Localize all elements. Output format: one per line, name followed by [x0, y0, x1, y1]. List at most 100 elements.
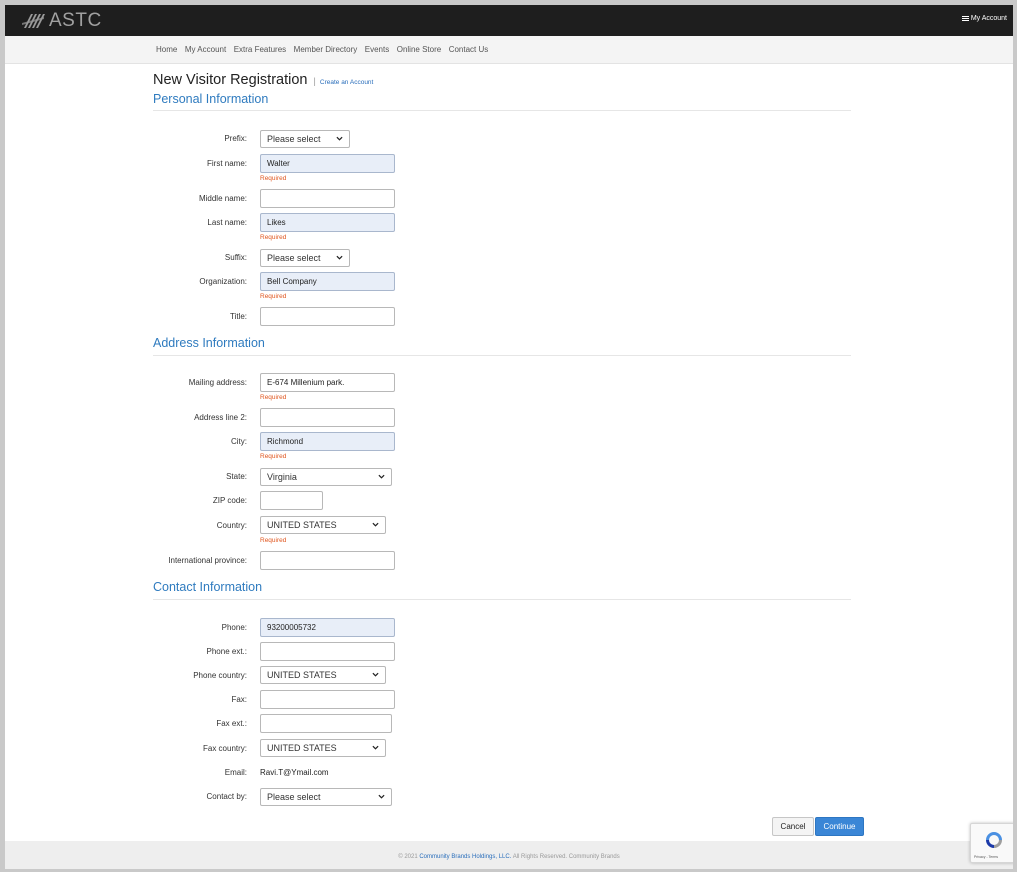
- city-label: City:: [231, 437, 247, 446]
- middle-name-input[interactable]: [260, 189, 395, 208]
- address-line2-label: Address line 2:: [194, 413, 247, 422]
- nav-extra-features[interactable]: Extra Features: [234, 45, 286, 54]
- email-value: Ravi.T@Ymail.com: [260, 768, 329, 777]
- contact-info-heading: Contact Information: [153, 580, 263, 594]
- nav-events[interactable]: Events: [365, 45, 389, 54]
- logo-text: ASTC: [49, 10, 102, 31]
- title-input[interactable]: [260, 307, 395, 326]
- phone-ext-input[interactable]: [260, 642, 395, 661]
- chevron-down-icon: [336, 255, 343, 260]
- chevron-down-icon: [336, 136, 343, 141]
- suffix-label: Suffix:: [224, 253, 247, 262]
- phone-country-select[interactable]: UNITED STATES: [260, 666, 386, 684]
- contact-by-select[interactable]: Please select: [260, 788, 392, 806]
- zip-code-label: ZIP code:: [212, 496, 247, 505]
- prefix-select[interactable]: Please select: [260, 130, 350, 148]
- contact-by-select-value: Please select: [267, 792, 321, 802]
- my-account-menu[interactable]: My Account: [961, 15, 1007, 22]
- nav-contact-us[interactable]: Contact Us: [449, 45, 489, 54]
- chevron-down-icon: [372, 672, 379, 677]
- chevron-down-icon: [372, 745, 379, 750]
- last-name-label: Last name:: [207, 218, 247, 227]
- contact-by-label: Contact by:: [206, 792, 247, 801]
- my-account-label: My Account: [970, 15, 1007, 22]
- first-name-input[interactable]: Walter: [260, 154, 395, 173]
- phone-country-label: Phone country:: [193, 671, 247, 680]
- page-frame: ASTC My Account Home My Account Extra Fe…: [5, 5, 1013, 869]
- cancel-button[interactable]: Cancel: [772, 817, 814, 836]
- astc-logo-mark-icon: [22, 14, 45, 28]
- astc-logo[interactable]: ASTC: [22, 10, 102, 32]
- city-required: Required: [260, 453, 287, 460]
- state-select-value: Virginia: [267, 472, 297, 482]
- mailing-address-label: Mailing address:: [188, 378, 247, 387]
- phone-input[interactable]: 93200005732: [260, 618, 395, 637]
- city-input[interactable]: Richmond: [260, 432, 395, 451]
- middle-name-label: Middle name:: [198, 194, 247, 203]
- country-required: Required: [260, 537, 287, 544]
- fax-ext-label: Fax ext.:: [216, 719, 247, 728]
- fax-country-label: Fax country:: [202, 744, 247, 753]
- intl-province-label: International province:: [168, 556, 247, 565]
- mailing-address-required: Required: [260, 394, 287, 401]
- nav-home[interactable]: Home: [156, 45, 177, 54]
- recaptcha-badge[interactable]: Privacy - Terms: [970, 823, 1013, 863]
- chevron-down-icon: [378, 794, 385, 799]
- section-divider: [153, 599, 851, 600]
- country-select-value: UNITED STATES: [267, 520, 337, 530]
- recaptcha-icon: [986, 832, 1002, 848]
- nav-online-store[interactable]: Online Store: [397, 45, 441, 54]
- state-label: State:: [226, 472, 247, 481]
- email-label: Email:: [224, 768, 247, 777]
- section-divider: [153, 110, 851, 111]
- personal-info-heading: Personal Information: [153, 92, 269, 106]
- nav-my-account[interactable]: My Account: [185, 45, 226, 54]
- fax-ext-input[interactable]: [260, 714, 392, 733]
- suffix-select[interactable]: Please select: [260, 249, 350, 267]
- suffix-select-value: Please select: [267, 253, 321, 263]
- address-info-heading: Address Information: [153, 336, 265, 350]
- footer-copyright: © 2021 Community Brands Holdings, LLC. A…: [5, 854, 1013, 860]
- footer-brand-link[interactable]: Community Brands Holdings, LLC.: [419, 854, 511, 860]
- create-account-link[interactable]: Create an Account: [320, 79, 373, 86]
- recaptcha-privacy-terms[interactable]: Privacy - Terms: [974, 855, 998, 859]
- prefix-label: Prefix:: [224, 134, 247, 143]
- country-label: Country:: [216, 521, 247, 530]
- first-name-label: First name:: [206, 159, 247, 168]
- page-title-text: New Visitor Registration: [153, 72, 308, 88]
- phone-label: Phone:: [221, 623, 247, 632]
- section-divider: [153, 355, 851, 356]
- chevron-down-icon: [378, 474, 385, 479]
- top-bar: ASTC My Account: [5, 5, 1013, 36]
- last-name-required: Required: [260, 234, 287, 241]
- mailing-address-input[interactable]: E-674 Millenium park.: [260, 373, 395, 392]
- menu-icon: [961, 15, 969, 22]
- organization-input[interactable]: Bell Company: [260, 272, 395, 291]
- footer: © 2021 Community Brands Holdings, LLC. A…: [5, 841, 1013, 869]
- fax-country-select[interactable]: UNITED STATES: [260, 739, 386, 757]
- title-separator: |: [313, 76, 316, 86]
- footer-suffix: All Rights Reserved. Community Brands: [511, 854, 620, 860]
- country-select[interactable]: UNITED STATES: [260, 516, 386, 534]
- phone-ext-label: Phone ext.:: [206, 647, 247, 656]
- state-select[interactable]: Virginia: [260, 468, 392, 486]
- prefix-select-value: Please select: [267, 134, 321, 144]
- address-line2-input[interactable]: [260, 408, 395, 427]
- organization-label: Organization:: [199, 277, 247, 286]
- main-nav: Home My Account Extra Features Member Di…: [5, 36, 1013, 64]
- zip-code-input[interactable]: [260, 491, 323, 510]
- phone-country-select-value: UNITED STATES: [267, 670, 337, 680]
- fax-input[interactable]: [260, 690, 395, 709]
- first-name-required: Required: [260, 175, 287, 182]
- last-name-input[interactable]: Likes: [260, 213, 395, 232]
- nav-member-directory[interactable]: Member Directory: [294, 45, 358, 54]
- organization-required: Required: [260, 293, 287, 300]
- continue-button[interactable]: Continue: [815, 817, 864, 836]
- title-label: Title:: [229, 312, 247, 321]
- fax-country-select-value: UNITED STATES: [267, 743, 337, 753]
- chevron-down-icon: [372, 522, 379, 527]
- fax-label: Fax:: [231, 695, 247, 704]
- footer-prefix: © 2021: [398, 854, 420, 860]
- page-title: New Visitor Registration | Create an Acc…: [153, 72, 373, 88]
- intl-province-input[interactable]: [260, 551, 395, 570]
